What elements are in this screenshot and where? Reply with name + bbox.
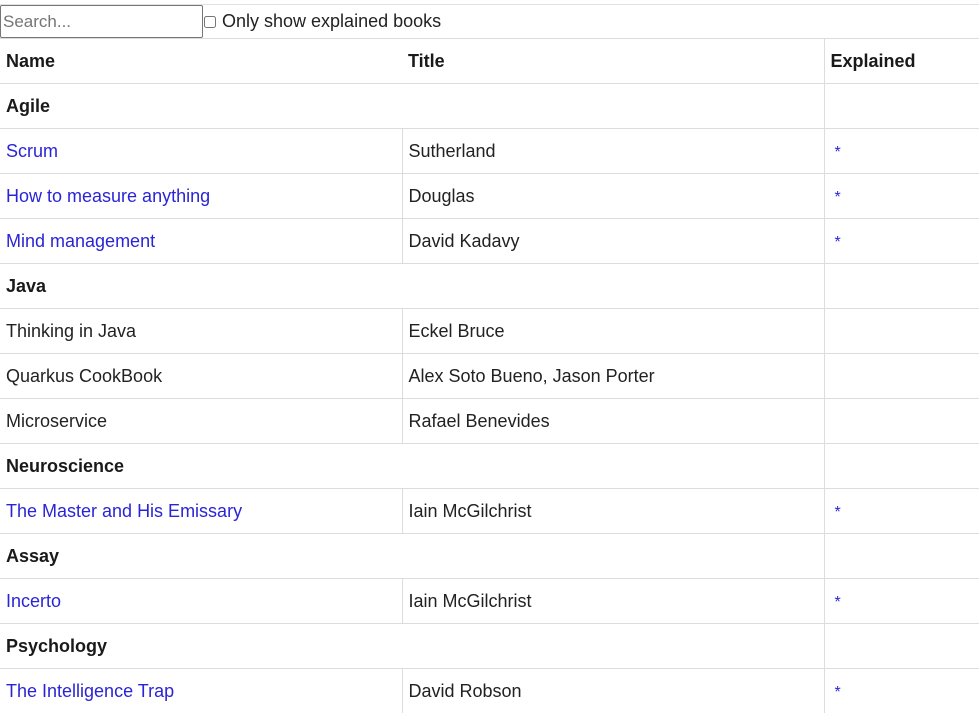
group-row: Psychology: [0, 623, 979, 669]
table-row: How to measure anything Douglas *: [0, 173, 979, 219]
book-author-cell: David Kadavy: [402, 218, 825, 264]
book-name: Quarkus CookBook: [6, 365, 163, 386]
book-name-cell: Incerto: [0, 578, 403, 624]
book-link[interactable]: Incerto: [6, 591, 61, 611]
book-link[interactable]: The Intelligence Trap: [6, 681, 174, 701]
book-explained-cell: *: [824, 488, 979, 534]
explained-link[interactable]: *: [831, 504, 841, 521]
book-name-cell: Scrum: [0, 128, 403, 174]
book-name: Thinking in Java: [6, 320, 137, 341]
book-link[interactable]: Scrum: [6, 141, 58, 161]
explained-filter-label: Only show explained books: [222, 11, 442, 31]
group-heading: Java: [0, 263, 825, 309]
book-author-cell: Iain McGilchrist: [402, 578, 825, 624]
book-name-cell: Microservice: [0, 398, 403, 444]
explained-link[interactable]: *: [831, 234, 841, 251]
group-row: Java: [0, 263, 979, 309]
book-name-cell: The Intelligence Trap: [0, 668, 403, 713]
book-explained-cell: [824, 308, 979, 354]
book-explained-cell: [824, 398, 979, 444]
group-explained-cell: [824, 533, 979, 579]
book-author-cell: Douglas: [402, 173, 825, 219]
book-name-cell: How to measure anything: [0, 173, 403, 219]
book-explained-cell: *: [824, 173, 979, 219]
explained-filter[interactable]: Only show explained books: [204, 11, 441, 32]
book-link[interactable]: Mind management: [6, 231, 155, 251]
table-row: The Master and His Emissary Iain McGilchr…: [0, 488, 979, 534]
table-row: Quarkus CookBook Alex Soto Bueno, Jason P…: [0, 353, 979, 399]
book-author-cell: Iain McGilchrist: [402, 488, 825, 534]
group-heading: Agile: [0, 83, 825, 129]
book-author-cell: Sutherland: [402, 128, 825, 174]
table-body: Agile Scrum Sutherland * How to measure anyt…: [0, 83, 979, 713]
book-name-cell: The Master and His Emissary: [0, 488, 403, 534]
explained-link[interactable]: *: [831, 189, 841, 206]
search-input[interactable]: [0, 5, 203, 38]
book-author-cell: Alex Soto Bueno, Jason Porter: [402, 353, 825, 399]
table-row: Incerto Iain McGilchrist *: [0, 578, 979, 624]
header-title: Title: [402, 38, 825, 84]
table-row: Thinking in Java Eckel Bruce: [0, 308, 979, 354]
group-explained-cell: [824, 623, 979, 669]
book-name-cell: Mind management: [0, 218, 403, 264]
book-explained-cell: *: [824, 128, 979, 174]
book-author-cell: David Robson: [402, 668, 825, 713]
book-explained-cell: *: [824, 218, 979, 264]
book-name-cell: Quarkus CookBook: [0, 353, 403, 399]
book-author-cell: Eckel Bruce: [402, 308, 825, 354]
group-row: Assay: [0, 533, 979, 579]
group-row: Neuroscience: [0, 443, 979, 489]
table-row: Mind management David Kadavy *: [0, 218, 979, 264]
group-heading: Neuroscience: [0, 443, 825, 489]
group-explained-cell: [824, 263, 979, 309]
group-heading: Psychology: [0, 623, 825, 669]
table-row: Scrum Sutherland *: [0, 128, 979, 174]
book-name: Microservice: [6, 410, 108, 431]
table-header-row: Name Title Explained: [0, 38, 979, 84]
table-row: The Intelligence Trap David Robson *: [0, 668, 979, 713]
group-heading: Assay: [0, 533, 825, 579]
explained-link[interactable]: *: [831, 144, 841, 161]
book-author-cell: Rafael Benevides: [402, 398, 825, 444]
books-table: Name Title Explained Agile Scrum Sutherlan…: [0, 38, 979, 713]
book-link[interactable]: The Master and His Emissary: [6, 501, 242, 521]
book-explained-cell: [824, 353, 979, 399]
book-link[interactable]: How to measure anything: [6, 186, 210, 206]
book-explained-cell: *: [824, 578, 979, 624]
group-explained-cell: [824, 83, 979, 129]
group-row: Agile: [0, 83, 979, 129]
header-name: Name: [0, 38, 402, 84]
book-name-cell: Thinking in Java: [0, 308, 403, 354]
header-explained: Explained: [824, 38, 979, 84]
group-explained-cell: [824, 443, 979, 489]
toolbar: Only show explained books: [0, 5, 979, 38]
table-row: Microservice Rafael Benevides: [0, 398, 979, 444]
explained-link[interactable]: *: [831, 594, 841, 611]
explained-filter-checkbox[interactable]: [204, 15, 216, 28]
book-explained-cell: *: [824, 668, 979, 713]
explained-link[interactable]: *: [831, 684, 841, 701]
